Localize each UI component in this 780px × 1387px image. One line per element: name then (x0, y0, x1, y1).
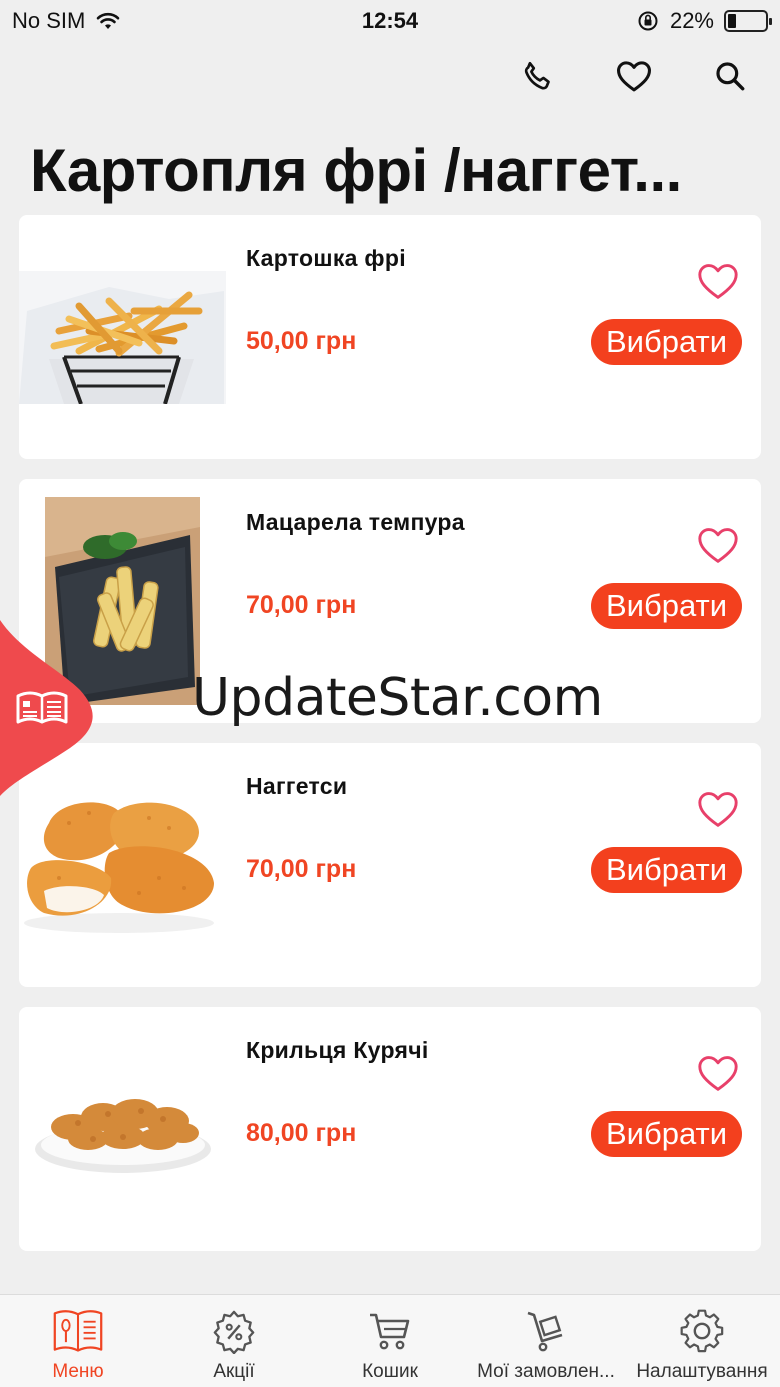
status-right: 22% (636, 8, 772, 34)
product-card[interactable]: Картошка фрі 50,00 грн Вибрати (19, 215, 761, 459)
discount-gear-icon (208, 1305, 260, 1357)
tab-my-orders[interactable]: Мої замовлен... (468, 1295, 624, 1387)
choose-button[interactable]: Вибрати (591, 847, 742, 893)
tab-settings[interactable]: Налаштування (624, 1295, 780, 1387)
choose-button[interactable]: Вибрати (591, 1111, 742, 1157)
favorite-heart-icon[interactable] (696, 1053, 740, 1093)
choose-button[interactable]: Вибрати (591, 583, 742, 629)
header-actions (518, 56, 750, 96)
tab-menu[interactable]: Меню (0, 1295, 156, 1387)
battery-icon (724, 10, 772, 32)
favorite-heart-icon[interactable] (696, 789, 740, 829)
choose-button[interactable]: Вибрати (591, 319, 742, 365)
orders-cart-icon (520, 1305, 572, 1357)
tab-label: Меню (52, 1361, 104, 1382)
cart-icon (364, 1305, 416, 1357)
page-title: Картопля фрі /наггет... (30, 137, 682, 204)
product-price: 70,00 грн (246, 591, 357, 619)
tab-label: Акції (213, 1361, 255, 1382)
favorites-heart-icon[interactable] (614, 56, 654, 96)
phone-icon[interactable] (518, 56, 558, 96)
product-price: 50,00 грн (246, 327, 357, 355)
product-price: 80,00 грн (246, 1119, 357, 1147)
tab-label: Кошик (362, 1361, 418, 1382)
product-price: 70,00 грн (246, 855, 357, 883)
product-name: Крильця Курячі (246, 1037, 429, 1063)
status-bar: No SIM 12:54 22% (0, 0, 780, 40)
product-name: Наггетси (246, 773, 348, 799)
menu-book-icon (52, 1305, 104, 1357)
tab-bar: Меню Акції Кошик Мої замовлен... Налашту… (0, 1294, 780, 1387)
product-name: Картошка фрі (246, 245, 406, 271)
search-icon[interactable] (710, 56, 750, 96)
tab-cart[interactable]: Кошик (312, 1295, 468, 1387)
tab-promotions[interactable]: Акції (156, 1295, 312, 1387)
product-image-chicken-nuggets (19, 783, 226, 943)
watermark: UpdateStar.com (192, 668, 603, 728)
tab-label: Мої замовлен... (477, 1361, 615, 1382)
settings-icon (676, 1305, 728, 1357)
product-name: Мацарела темпура (246, 509, 465, 535)
product-image-chicken-wings (33, 1079, 213, 1179)
product-card[interactable]: Наггетси 70,00 грн Вибрати (19, 743, 761, 987)
side-menu-tab[interactable] (0, 620, 96, 796)
favorite-heart-icon[interactable] (696, 525, 740, 565)
favorite-heart-icon[interactable] (696, 261, 740, 301)
tab-label: Налаштування (636, 1361, 768, 1382)
orientation-lock-icon (638, 11, 658, 31)
product-card[interactable]: Крильця Курячі 80,00 грн Вибрати (19, 1007, 761, 1251)
battery-percent: 22% (669, 8, 714, 33)
product-image-french-fries (19, 271, 226, 404)
